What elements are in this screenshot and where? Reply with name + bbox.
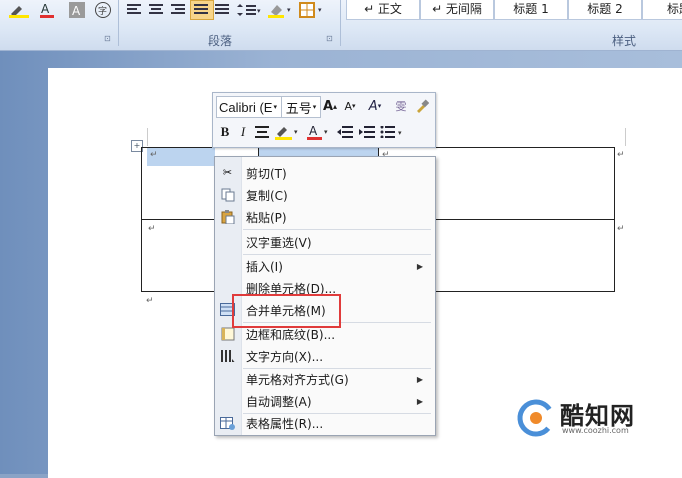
menu-item-cut[interactable]: 剪切(T) <box>241 162 433 184</box>
menu-item-label: 剪切(T) <box>246 166 287 181</box>
svg-text:A: A <box>309 124 318 138</box>
table-border-right <box>614 147 615 292</box>
submenu-arrow-icon: ▶ <box>416 374 423 384</box>
grow-font-icon[interactable]: A ▴ <box>321 96 339 116</box>
chevron-down-icon: ▾ <box>273 104 277 111</box>
borders-icon <box>220 326 235 341</box>
menu-item-copy[interactable]: 复制(C) <box>241 184 433 206</box>
menu-item-label: 边框和底纹(B)... <box>246 327 336 342</box>
paragraph-dialog-launcher-icon[interactable]: ⊡ <box>326 34 333 43</box>
shading-icon[interactable]: ▾ <box>266 0 296 20</box>
character-shading-icon[interactable]: A <box>66 0 88 20</box>
menu-item-label: 文字方向(X)... <box>246 349 324 364</box>
mini-toolbar: Calibri (E ▾ 五号 ▾ A ▴ A ▾ A ▾ 雯 B I ▾ A ▾ ▾ <box>212 92 436 148</box>
style-heading-1[interactable]: 标题 1 <box>494 0 568 20</box>
style-no-spacing[interactable]: ↵ 无间隔 <box>420 0 494 20</box>
align-center-icon[interactable] <box>146 0 168 20</box>
menu-item-label: 插入(I) <box>246 259 283 274</box>
menu-item-label: 单元格对齐方式(G) <box>246 372 349 387</box>
coozhi-logo-icon <box>517 399 555 437</box>
paragraph-mark-icon: ↵ <box>146 296 154 306</box>
align-right-icon[interactable] <box>168 0 190 20</box>
ribbon-divider <box>340 0 341 46</box>
format-painter-icon[interactable] <box>413 96 431 116</box>
table-properties-icon <box>220 415 235 430</box>
increase-indent-icon[interactable] <box>357 122 377 142</box>
menu-item-label: 粘贴(P) <box>246 210 287 225</box>
svg-text:▾: ▾ <box>257 7 261 15</box>
menu-item-reconvert[interactable]: 汉字重选(V) <box>241 231 433 253</box>
styles-group-label: 样式 <box>612 34 637 48</box>
ribbon-divider <box>118 0 119 46</box>
svg-text:A: A <box>41 2 50 16</box>
distributed-align-icon[interactable] <box>212 0 234 20</box>
style-normal[interactable]: ↵ 正文 <box>346 0 420 20</box>
row-end-mark-icon: ↵ <box>617 150 625 160</box>
style-heading-2[interactable]: 标题 2 <box>568 0 642 20</box>
menu-item-table-properties[interactable]: 表格属性(R)... <box>241 412 433 434</box>
svg-text:▾: ▾ <box>294 128 298 136</box>
highlight-icon[interactable]: ▾ <box>273 122 303 142</box>
menu-item-cell-alignment[interactable]: 单元格对齐方式(G) ▶ <box>241 368 433 390</box>
margin-mark <box>625 128 626 146</box>
bold-icon[interactable]: B <box>217 122 233 142</box>
font-name-value: Calibri (E <box>219 99 273 115</box>
table-border-left <box>141 147 142 292</box>
svg-text:▾: ▾ <box>398 129 402 137</box>
decrease-indent-icon[interactable] <box>335 122 355 142</box>
phonetic-guide-icon[interactable]: 雯 <box>391 96 411 116</box>
menu-item-text-direction[interactable]: 文字方向(X)... <box>241 345 433 367</box>
cell-end-mark-icon: ↵ <box>148 224 156 234</box>
chevron-down-icon: ▾ <box>312 103 317 111</box>
svg-text:字: 字 <box>98 5 107 17</box>
paragraph-group-label: 段落 <box>208 34 233 48</box>
style-title[interactable]: 标题 <box>642 0 682 20</box>
svg-text:▾: ▾ <box>318 6 322 14</box>
enclose-characters-icon[interactable]: 字 <box>92 0 114 20</box>
center-align-icon[interactable] <box>253 122 271 142</box>
text-direction-icon <box>220 348 235 363</box>
svg-text:▾: ▾ <box>287 6 291 14</box>
menu-item-label: 复制(C) <box>246 188 288 203</box>
menu-item-insert[interactable]: 插入(I) ▶ <box>241 255 433 277</box>
menu-separator <box>243 229 431 230</box>
highlight-color-button[interactable] <box>4 0 34 20</box>
scissors-icon: ✂ <box>222 166 233 179</box>
row-end-mark-icon: ↵ <box>617 224 625 234</box>
menu-item-label: 汉字重选(V) <box>246 235 312 250</box>
justify-icon[interactable] <box>190 0 214 20</box>
menu-item-label: 表格属性(R)... <box>246 416 324 431</box>
merge-cells-highlight-box <box>232 294 341 328</box>
line-spacing-icon[interactable]: ▾ <box>236 0 264 20</box>
submenu-arrow-icon: ▶ <box>416 261 423 271</box>
font-name-dropdown[interactable]: Calibri (E ▾ <box>216 96 282 118</box>
font-color-button[interactable]: A <box>36 0 62 20</box>
font-size-value: 五号 <box>285 101 312 117</box>
margin-mark <box>147 128 148 146</box>
watermark-url: www.coozhi.com <box>562 426 629 435</box>
borders-ribbon-icon[interactable]: ▾ <box>298 0 328 20</box>
ribbon: A A 字 ▾ ▾ ▾ ↵ 正文 ↵ 无间隔 标题 1 标题 2 标题 段落 ⊡… <box>0 0 682 51</box>
watermark: 酷知网 www.coozhi.com <box>516 392 676 442</box>
font-dialog-launcher-icon[interactable]: ⊡ <box>104 34 111 43</box>
italic-icon[interactable]: I <box>235 122 251 142</box>
styles-icon[interactable]: A ▾ <box>363 96 387 116</box>
shrink-font-icon[interactable]: A ▾ <box>341 96 359 116</box>
submenu-arrow-icon: ▶ <box>416 396 423 406</box>
paste-icon <box>220 209 235 224</box>
align-left-icon[interactable] <box>124 0 146 20</box>
menu-item-label: 自动调整(A) <box>246 394 312 409</box>
copy-icon <box>220 187 235 202</box>
svg-text:▾: ▾ <box>324 128 328 136</box>
cell-end-mark-icon: ↵ <box>150 150 158 160</box>
bullets-icon[interactable]: ▾ <box>379 122 407 142</box>
menu-item-paste[interactable]: 粘贴(P) <box>241 206 433 228</box>
svg-text:A: A <box>72 4 81 18</box>
font-color-icon[interactable]: A ▾ <box>305 122 333 142</box>
font-size-dropdown[interactable]: 五号 ▾ <box>281 96 321 118</box>
menu-item-autofit[interactable]: 自动调整(A) ▶ <box>241 390 433 412</box>
